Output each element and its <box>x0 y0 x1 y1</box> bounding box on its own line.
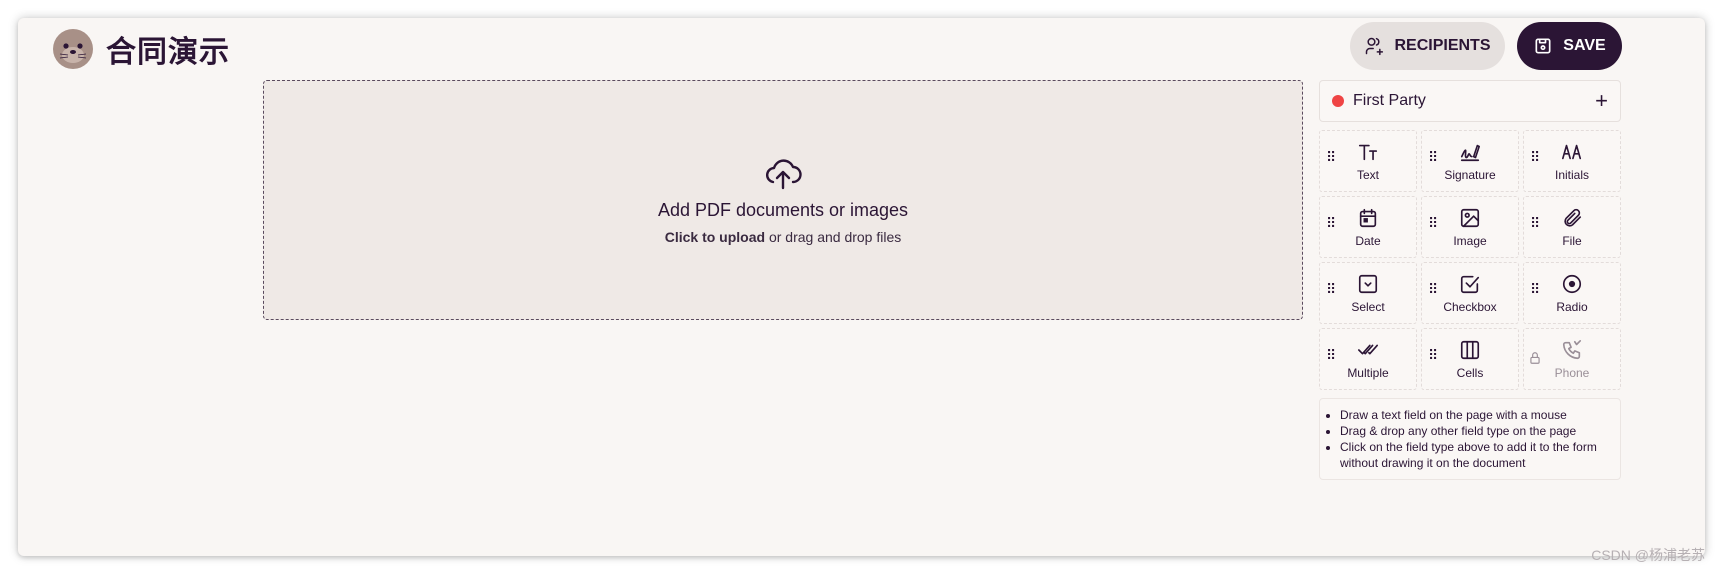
initials-icon <box>1562 144 1582 159</box>
field-type-label: Radio <box>1556 299 1588 314</box>
help-item: Click on the field type above to add it … <box>1340 439 1610 471</box>
field-type-date[interactable]: ⠿ Date <box>1319 196 1417 258</box>
field-type-label: Select <box>1351 299 1385 314</box>
drag-handle-icon[interactable]: ⠿ <box>1530 216 1540 235</box>
drag-handle-icon[interactable]: ⠿ <box>1428 150 1438 169</box>
help-item: Draw a text field on the page with a mou… <box>1340 407 1610 423</box>
dropzone-subtitle: Click to upload or drag and drop files <box>665 229 902 245</box>
drag-handle-icon[interactable]: ⠿ <box>1530 150 1540 169</box>
save-button[interactable]: SAVE <box>1517 22 1622 70</box>
drag-handle-icon[interactable]: ⠿ <box>1326 348 1336 367</box>
field-types-grid: ⠿ Text ⠿ Signature ⠿ Initials ⠿ Date ⠿ I… <box>1319 130 1621 390</box>
drag-handle-icon[interactable]: ⠿ <box>1326 216 1336 235</box>
drag-drop-text: or drag and drop files <box>765 228 902 245</box>
help-panel: Draw a text field on the page with a mou… <box>1319 398 1621 480</box>
recipients-button[interactable]: RECIPIENTS <box>1350 22 1505 70</box>
field-type-label: Initials <box>1554 167 1589 182</box>
field-type-radio[interactable]: ⠿ Radio <box>1523 262 1621 324</box>
cloud-upload-icon <box>765 158 802 189</box>
drag-handle-icon[interactable]: ⠿ <box>1326 282 1336 301</box>
help-list: Draw a text field on the page with a mou… <box>1340 407 1610 471</box>
drag-handle-icon[interactable]: ⠿ <box>1428 348 1438 367</box>
add-party-button[interactable]: + <box>1595 90 1608 112</box>
field-type-label: Image <box>1453 233 1487 248</box>
drag-handle-icon[interactable]: ⠿ <box>1530 282 1540 301</box>
signature-icon <box>1460 144 1480 161</box>
paperclip-icon <box>1564 208 1582 227</box>
field-type-label: Date <box>1355 233 1381 248</box>
field-type-initials[interactable]: ⠿ Initials <box>1523 130 1621 192</box>
app-window: 合同演示 RECIPIENTS SAVE Add PDF documents o… <box>18 18 1705 556</box>
checkbox-icon <box>1460 275 1480 293</box>
field-type-select[interactable]: ⠿ Select <box>1319 262 1417 324</box>
field-type-label: Signature <box>1444 167 1496 182</box>
upload-dropzone[interactable]: Add PDF documents or images Click to upl… <box>263 80 1303 320</box>
field-type-label: Phone <box>1554 365 1590 380</box>
lock-icon <box>1530 352 1540 364</box>
drag-handle-icon[interactable]: ⠿ <box>1428 216 1438 235</box>
help-item: Drag & drop any other field type on the … <box>1340 423 1610 439</box>
field-type-label: Multiple <box>1347 365 1389 380</box>
calendar-icon <box>1359 208 1377 227</box>
field-type-signature[interactable]: ⠿ Signature <box>1421 130 1519 192</box>
seal-logo-icon <box>53 29 93 69</box>
drag-handle-icon[interactable]: ⠿ <box>1428 282 1438 301</box>
phone-icon <box>1562 339 1582 359</box>
field-type-text[interactable]: ⠿ Text <box>1319 130 1417 192</box>
radio-icon <box>1562 274 1582 293</box>
field-type-multiple[interactable]: ⠿ Multiple <box>1319 328 1417 390</box>
field-type-label: Checkbox <box>1443 299 1497 314</box>
field-type-label: File <box>1562 233 1582 248</box>
save-label: SAVE <box>1563 37 1606 54</box>
field-type-checkbox[interactable]: ⠿ Checkbox <box>1421 262 1519 324</box>
party-name: First Party <box>1353 92 1426 109</box>
cells-icon <box>1460 340 1480 359</box>
field-type-cells[interactable]: ⠿ Cells <box>1421 328 1519 390</box>
field-type-label: Text <box>1356 167 1379 182</box>
field-type-label: Cells <box>1456 365 1484 380</box>
select-icon <box>1358 274 1378 293</box>
field-type-file[interactable]: ⠿ File <box>1523 196 1621 258</box>
party-color-dot <box>1332 95 1344 107</box>
recipients-label: RECIPIENTS <box>1394 37 1491 54</box>
click-to-upload-link[interactable]: Click to upload <box>665 229 765 245</box>
brand: 合同演示 <box>52 27 230 71</box>
party-selector[interactable]: First Party + <box>1319 80 1621 122</box>
text-icon <box>1358 144 1378 160</box>
dropzone-title: Add PDF documents or images <box>657 199 909 220</box>
app-title: 合同演示 <box>106 35 230 70</box>
image-icon <box>1460 208 1480 227</box>
multiple-check-icon <box>1358 344 1378 354</box>
drag-handle-icon[interactable]: ⠿ <box>1326 150 1336 169</box>
save-icon <box>1535 38 1551 54</box>
field-type-phone: Phone <box>1523 328 1621 390</box>
users-plus-icon <box>1366 37 1384 56</box>
watermark: CSDN @杨浦老苏 <box>1591 547 1705 563</box>
field-type-image[interactable]: ⠿ Image <box>1421 196 1519 258</box>
